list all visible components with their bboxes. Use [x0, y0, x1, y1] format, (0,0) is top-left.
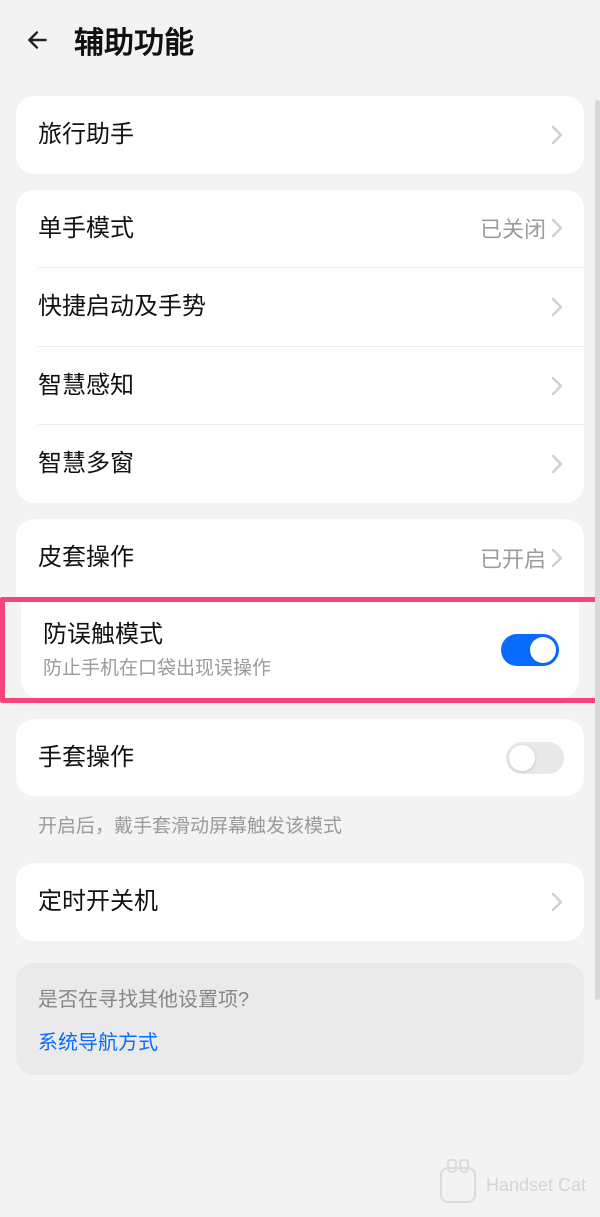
- value: 已开启: [480, 542, 546, 574]
- content: 旅行助手 单手模式 已关闭 快捷启动及手势 智慧感知: [0, 96, 600, 597]
- row-smart-sense[interactable]: 智慧感知: [16, 347, 584, 425]
- chevron-right-icon: [550, 452, 564, 476]
- chevron-right-icon: [550, 374, 564, 398]
- label: 皮套操作: [38, 541, 480, 575]
- chevron-right-icon: [550, 216, 564, 240]
- page-title: 辅助功能: [74, 18, 194, 62]
- group-glove: 手套操作: [16, 719, 584, 797]
- toggle-glove-mode[interactable]: [506, 742, 564, 774]
- label: 快捷启动及手势: [38, 290, 550, 324]
- value: 已关闭: [480, 212, 546, 244]
- toggle-knob: [509, 745, 535, 771]
- scrollbar[interactable]: [595, 100, 600, 1000]
- toggle-knob: [530, 637, 556, 663]
- glove-hint: 开启后，戴手套滑动屏幕触发该模式: [16, 796, 584, 847]
- group-cover-top: 皮套操作 已开启: [16, 519, 584, 597]
- label: 防误触模式: [43, 618, 501, 652]
- label: 手套操作: [38, 741, 506, 775]
- chevron-right-icon: [550, 890, 564, 914]
- row-cover-operation[interactable]: 皮套操作 已开启: [16, 519, 584, 597]
- subtitle: 防止手机在口袋出现误操作: [43, 657, 501, 682]
- chevron-right-icon: [550, 123, 564, 147]
- label: 智慧感知: [38, 369, 550, 403]
- content-continued: 手套操作 开启后，戴手套滑动屏幕触发该模式 定时开关机 是否在寻找其他设置项? …: [0, 719, 600, 1075]
- group-cover-bottom: 防误触模式 防止手机在口袋出现误操作: [21, 602, 579, 698]
- footer-question: 是否在寻找其他设置项?: [38, 983, 562, 1012]
- row-smart-multiwindow[interactable]: 智慧多窗: [16, 425, 584, 503]
- row-one-hand-mode[interactable]: 单手模式 已关闭: [16, 190, 584, 268]
- footer-card: 是否在寻找其他设置项? 系统导航方式: [16, 963, 584, 1075]
- group-power: 定时开关机: [16, 863, 584, 941]
- toggle-pocket-mode[interactable]: [501, 634, 559, 666]
- chevron-right-icon: [550, 546, 564, 570]
- footer-link-navigation[interactable]: 系统导航方式: [38, 1026, 562, 1055]
- label: 定时开关机: [38, 885, 550, 919]
- label: 单手模式: [38, 212, 480, 246]
- label: 智慧多窗: [38, 447, 550, 481]
- group-modes: 单手模式 已关闭 快捷启动及手势 智慧感知 智慧多窗: [16, 190, 584, 503]
- watermark-text: Handset Cat: [486, 1175, 586, 1196]
- row-travel-assistant[interactable]: 旅行助手: [16, 96, 584, 174]
- cat-icon: [440, 1167, 476, 1203]
- row-gestures[interactable]: 快捷启动及手势: [16, 268, 584, 346]
- arrow-left-icon: [25, 27, 51, 53]
- watermark: Handset Cat: [440, 1167, 586, 1203]
- group-travel: 旅行助手: [16, 96, 584, 174]
- row-pocket-mode[interactable]: 防误触模式 防止手机在口袋出现误操作: [21, 602, 579, 698]
- row-scheduled-power[interactable]: 定时开关机: [16, 863, 584, 941]
- chevron-right-icon: [550, 295, 564, 319]
- back-button[interactable]: [24, 26, 52, 54]
- row-glove-mode[interactable]: 手套操作: [16, 719, 584, 797]
- highlight-pocket-mode: 防误触模式 防止手机在口袋出现误操作: [0, 597, 600, 703]
- header: 辅助功能: [0, 0, 600, 80]
- label: 旅行助手: [38, 118, 550, 152]
